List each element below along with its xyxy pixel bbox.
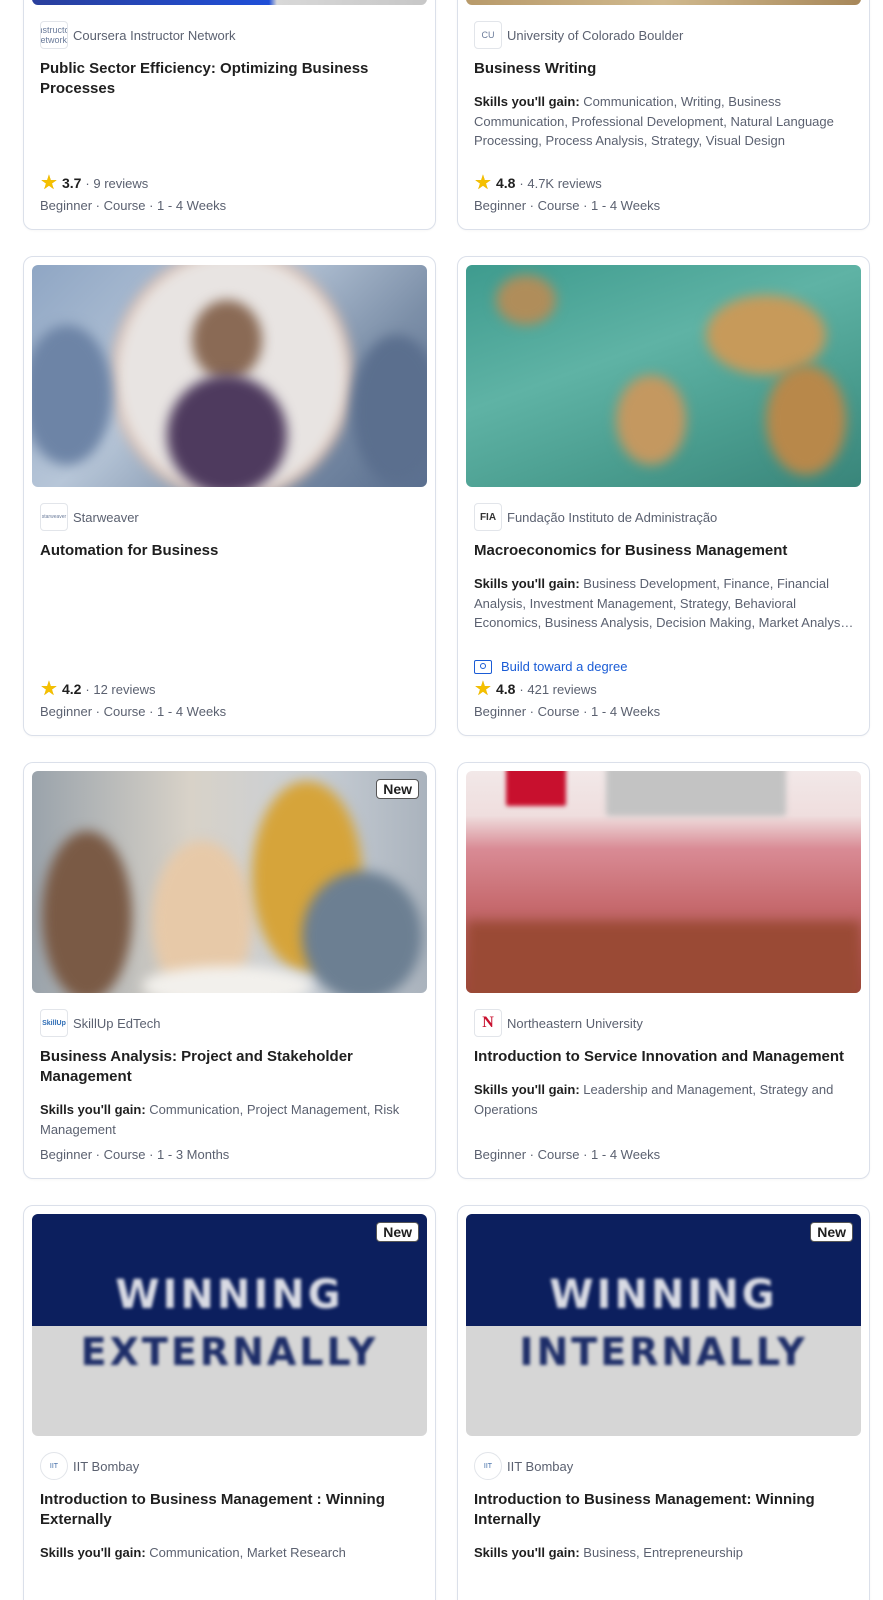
course-thumbnail <box>32 0 427 5</box>
course-meta: Beginner · Course · 1 - 4 Weeks <box>40 704 227 719</box>
card-footer: ★ 4.8 · 4.7K reviews Beginner · Course ·… <box>474 172 855 213</box>
card-body: FIA Fundação Instituto de Administração … <box>474 503 855 633</box>
partner-logo: IIT <box>474 1452 502 1480</box>
star-icon: ★ <box>40 678 58 700</box>
skills: Skills you'll gain: Communication, Marke… <box>40 1545 346 1560</box>
skills: Skills you'll gain: Business, Entreprene… <box>474 1545 743 1560</box>
course-card[interactable]: WINNING EXTERNALLY New IIT IIT Bombay In… <box>23 1205 436 1600</box>
partner-name: Starweaver <box>73 509 139 525</box>
partner: CU University of Colorado Boulder <box>474 21 855 49</box>
partner: instructor network Coursera Instructor N… <box>40 21 421 49</box>
course-title[interactable]: Macroeconomics for Business Management <box>474 541 855 561</box>
course-thumbnail: WINNING EXTERNALLY New <box>32 1214 427 1436</box>
degree-icon <box>474 659 492 674</box>
partner-logo: FIA <box>474 503 502 531</box>
course-meta: Beginner · Course · 1 - 4 Weeks <box>474 198 661 213</box>
rating-value: 3.7 <box>61 175 82 191</box>
partner-logo: starweaver <box>40 503 68 531</box>
partner-name: IIT Bombay <box>73 1458 140 1474</box>
rating: ★ 4.8 · 421 reviews <box>474 678 855 700</box>
course-thumbnail <box>466 265 861 487</box>
banner-text-top: WINNING <box>115 1272 344 1318</box>
course-thumbnail: New <box>32 771 427 993</box>
card-body: SkillUp SkillUp EdTech Business Analysis… <box>40 1009 421 1139</box>
rating: ★ 3.7 · 9 reviews <box>40 172 421 194</box>
card-footer: Build toward a degree ★ 4.8 · 421 review… <box>474 659 855 719</box>
course-card[interactable]: CU University of Colorado Boulder Busine… <box>457 0 870 230</box>
skills: Skills you'll gain: Business Development… <box>474 576 854 630</box>
course-title[interactable]: Introduction to Business Management : Wi… <box>40 1490 421 1530</box>
rating-value: 4.8 <box>495 175 516 191</box>
card-body: starweaver Starweaver Automation for Bus… <box>40 503 421 561</box>
skills: Skills you'll gain: Communication, Proje… <box>40 1102 400 1137</box>
partner: FIA Fundação Instituto de Administração <box>474 503 855 531</box>
partner: SkillUp SkillUp EdTech <box>40 1009 421 1037</box>
course-card[interactable]: N Northeastern University Introduction t… <box>457 762 870 1179</box>
course-thumbnail: WINNING INTERNALLY New <box>466 1214 861 1436</box>
course-meta: Beginner · Course · 1 - 4 Weeks <box>474 704 661 719</box>
partner: IIT IIT Bombay <box>40 1452 421 1480</box>
card-body: IIT IIT Bombay Introduction to Business … <box>40 1452 421 1563</box>
partner: starweaver Starweaver <box>40 503 421 531</box>
reviews-count: · 12 reviews <box>85 681 156 697</box>
partner-name: Fundação Instituto de Administração <box>507 509 718 525</box>
course-card[interactable]: FIA Fundação Instituto de Administração … <box>457 256 870 736</box>
partner-logo: SkillUp <box>40 1009 68 1037</box>
reviews-count: · 9 reviews <box>85 175 149 191</box>
partner-name: IIT Bombay <box>507 1458 574 1474</box>
card-body: N Northeastern University Introduction t… <box>474 1009 855 1119</box>
banner-text-top: WINNING <box>549 1272 778 1318</box>
course-thumbnail <box>466 771 861 993</box>
partner-name: Coursera Instructor Network <box>73 27 236 43</box>
partner-logo: IIT <box>40 1452 68 1480</box>
course-meta: Beginner · Course · 1 - 4 Weeks <box>40 198 227 213</box>
star-icon: ★ <box>40 172 58 194</box>
course-thumbnail <box>466 0 861 5</box>
rating: ★ 4.8 · 4.7K reviews <box>474 172 855 194</box>
banner-text-bottom: EXTERNALLY <box>80 1330 379 1374</box>
build-toward-degree-link[interactable]: Build toward a degree <box>474 659 855 674</box>
star-icon: ★ <box>474 678 492 700</box>
course-meta: Beginner · Course · 1 - 3 Months <box>40 1147 230 1162</box>
partner: N Northeastern University <box>474 1009 855 1037</box>
partner: IIT IIT Bombay <box>474 1452 855 1480</box>
course-title[interactable]: Automation for Business <box>40 541 421 561</box>
card-body: IIT IIT Bombay Introduction to Business … <box>474 1452 855 1563</box>
card-body: instructor network Coursera Instructor N… <box>40 21 421 99</box>
card-footer: Beginner · Course · 1 - 4 Weeks <box>474 1141 855 1162</box>
rating-value: 4.2 <box>61 681 82 697</box>
new-badge: New <box>376 779 419 799</box>
course-card[interactable]: New SkillUp SkillUp EdTech Business Anal… <box>23 762 436 1179</box>
partner-name: University of Colorado Boulder <box>507 27 684 43</box>
rating: ★ 4.2 · 12 reviews <box>40 678 421 700</box>
course-title[interactable]: Business Analysis: Project and Stakehold… <box>40 1047 421 1087</box>
course-card[interactable]: instructor network Coursera Instructor N… <box>23 0 436 230</box>
skills: Skills you'll gain: Leadership and Manag… <box>474 1082 834 1117</box>
course-meta: Beginner · Course · 1 - 4 Weeks <box>474 1147 661 1162</box>
new-badge: New <box>376 1222 419 1242</box>
course-card[interactable]: WINNING INTERNALLY New IIT IIT Bombay In… <box>457 1205 870 1600</box>
card-footer: ★ 3.7 · 9 reviews Beginner · Course · 1 … <box>40 172 421 213</box>
course-title[interactable]: Introduction to Business Management: Win… <box>474 1490 855 1530</box>
partner-name: SkillUp EdTech <box>73 1015 161 1031</box>
partner-name: Northeastern University <box>507 1015 643 1031</box>
reviews-count: · 421 reviews <box>519 681 597 697</box>
star-icon: ★ <box>474 172 492 194</box>
course-title[interactable]: Introduction to Service Innovation and M… <box>474 1047 855 1067</box>
course-thumbnail <box>32 265 427 487</box>
partner-logo: instructor network <box>40 21 68 49</box>
card-body: CU University of Colorado Boulder Busine… <box>474 21 855 151</box>
reviews-count: · 4.7K reviews <box>519 175 602 191</box>
card-footer: Beginner · Course · 1 - 3 Months <box>40 1141 421 1162</box>
course-title[interactable]: Public Sector Efficiency: Optimizing Bus… <box>40 59 421 99</box>
partner-logo: N <box>474 1009 502 1037</box>
partner-logo: CU <box>474 21 502 49</box>
course-title[interactable]: Business Writing <box>474 59 855 79</box>
rating-value: 4.8 <box>495 681 516 697</box>
banner-text-bottom: INTERNALLY <box>519 1330 808 1374</box>
skills: Skills you'll gain: Communication, Writi… <box>474 94 834 148</box>
card-footer: ★ 4.2 · 12 reviews Beginner · Course · 1… <box>40 678 421 719</box>
course-card[interactable]: starweaver Starweaver Automation for Bus… <box>23 256 436 736</box>
new-badge: New <box>810 1222 853 1242</box>
